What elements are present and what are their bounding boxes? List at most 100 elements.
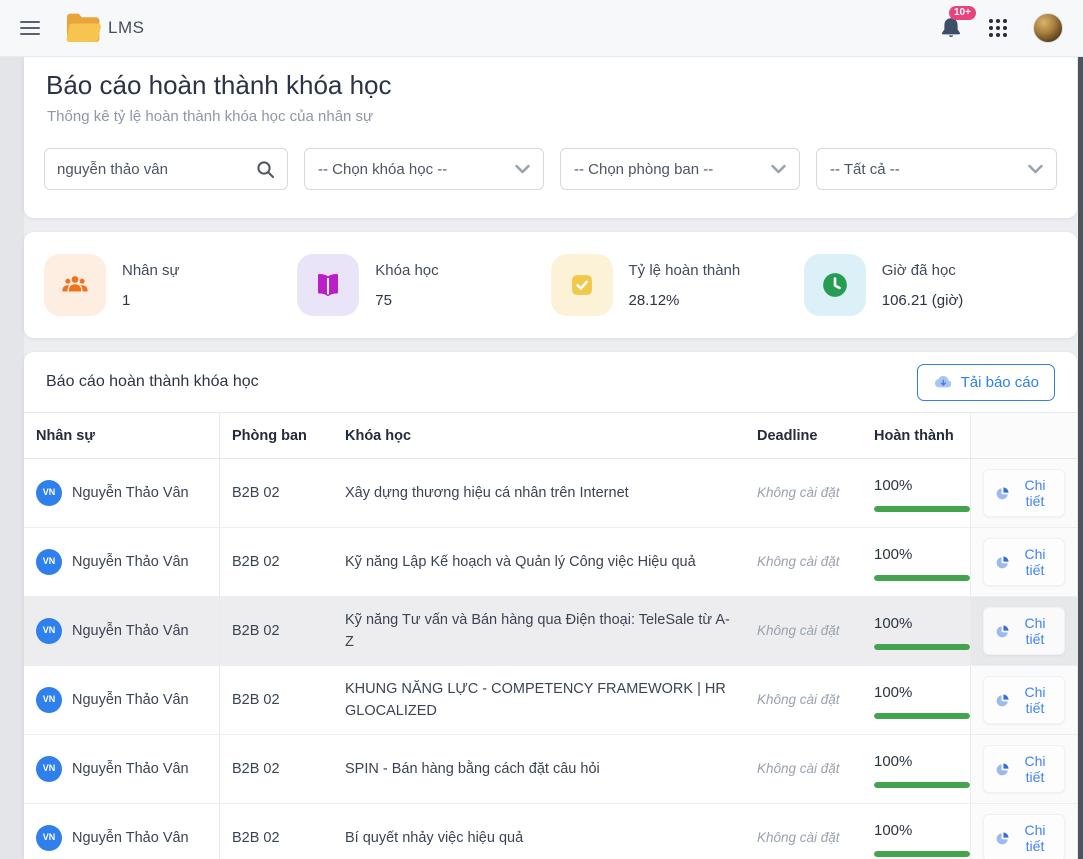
- progress-bar: [874, 506, 970, 512]
- detail-button[interactable]: Chi tiết: [983, 607, 1065, 655]
- notification-badge: 10+: [949, 6, 976, 20]
- completion-cell: 100%: [862, 597, 970, 665]
- detail-button[interactable]: Chi tiết: [983, 469, 1065, 517]
- search-icon[interactable]: [256, 160, 275, 179]
- stat-label: Khóa học: [375, 262, 438, 279]
- apps-grid-icon[interactable]: [989, 19, 1007, 37]
- employee-name: Nguyễn Thảo Vân: [72, 758, 189, 780]
- progress-fill: [874, 782, 970, 788]
- report-section: Báo cáo hoàn thành khóa học Tải báo cáo …: [24, 352, 1077, 859]
- detail-button-label: Chi tiết: [1017, 822, 1053, 854]
- employee-cell: VN Nguyễn Thảo Vân: [24, 459, 220, 527]
- pie-chart-icon: [995, 555, 1010, 570]
- avatar: VN: [36, 687, 62, 713]
- course-cell: SPIN - Bán hàng bằng cách đặt câu hỏi: [333, 735, 745, 803]
- vertical-scrollbar[interactable]: [1078, 57, 1083, 859]
- pie-chart-icon: [995, 831, 1010, 846]
- employee-name: Nguyễn Thảo Vân: [72, 482, 189, 504]
- progress-fill: [874, 575, 970, 581]
- detail-button-label: Chi tiết: [1017, 615, 1053, 647]
- avatar: VN: [36, 756, 62, 782]
- stat-value: 1: [122, 292, 180, 309]
- progress-bar: [874, 644, 970, 650]
- users-icon: [44, 254, 106, 316]
- course-select[interactable]: -- Chọn khóa học --: [304, 148, 544, 190]
- deadline-cell: Không cài đặt: [745, 459, 862, 527]
- course-select-value: -- Chọn khóa học --: [318, 161, 447, 178]
- stat-employees: Nhân sự 1: [44, 254, 297, 316]
- status-select-value: -- Tất cả --: [830, 161, 900, 178]
- employee-name: Nguyễn Thảo Vân: [72, 827, 189, 849]
- detail-button[interactable]: Chi tiết: [983, 745, 1065, 793]
- actions-cell: Chi tiết: [970, 597, 1077, 665]
- department-select[interactable]: -- Chọn phòng ban --: [560, 148, 800, 190]
- navbar: LMS 10+: [0, 0, 1083, 57]
- chevron-down-icon: [515, 164, 530, 174]
- avatar: VN: [36, 618, 62, 644]
- completion-value: 100%: [874, 543, 970, 566]
- brand-logo[interactable]: LMS: [62, 11, 144, 45]
- download-report-label: Tải báo cáo: [961, 374, 1039, 391]
- completion-cell: 100%: [862, 666, 970, 734]
- completion-cell: 100%: [862, 804, 970, 859]
- completion-cell: 100%: [862, 735, 970, 803]
- detail-button[interactable]: Chi tiết: [983, 814, 1065, 859]
- pie-chart-icon: [995, 762, 1010, 777]
- column-header-employee: Nhân sự: [24, 413, 220, 458]
- department-cell: B2B 02: [220, 459, 333, 527]
- stat-value: 75: [375, 292, 438, 309]
- completion-cell: 100%: [862, 528, 970, 596]
- stat-courses: Khóa học 75: [297, 254, 550, 316]
- employee-name: Nguyễn Thảo Vân: [72, 620, 189, 642]
- employee-cell: VN Nguyễn Thảo Vân: [24, 666, 220, 734]
- avatar: VN: [36, 825, 62, 851]
- detail-button-label: Chi tiết: [1017, 546, 1053, 578]
- user-avatar[interactable]: [1033, 13, 1063, 43]
- progress-bar: [874, 575, 970, 581]
- department-cell: B2B 02: [220, 735, 333, 803]
- detail-button[interactable]: Chi tiết: [983, 676, 1065, 724]
- filter-row: -- Chọn khóa học -- -- Chọn phòng ban --…: [24, 148, 1077, 190]
- progress-bar: [874, 782, 970, 788]
- lms-report-screen: LMS 10+ Báo cáo hoàn thành khóa học Thốn…: [0, 0, 1083, 859]
- column-header-course: Khóa học: [333, 413, 745, 458]
- progress-bar: [874, 713, 970, 719]
- deadline-cell: Không cài đặt: [745, 735, 862, 803]
- stat-value: 106.21 (giờ): [882, 292, 964, 309]
- table-row: VN Nguyễn Thảo Vân B2B 02 SPIN - Bán hàn…: [24, 735, 1077, 804]
- cloud-download-icon: [933, 374, 953, 390]
- stat-label: Nhân sự: [122, 262, 180, 279]
- search-input[interactable]: [57, 161, 256, 178]
- employee-name: Nguyễn Thảo Vân: [72, 689, 189, 711]
- progress-fill: [874, 851, 970, 857]
- deadline-cell: Không cài đặt: [745, 666, 862, 734]
- column-header-department: Phòng ban: [220, 413, 333, 458]
- hamburger-menu-icon[interactable]: [20, 21, 40, 35]
- notifications-button[interactable]: 10+: [939, 15, 963, 41]
- report-title: Báo cáo hoàn thành khóa học: [46, 373, 259, 391]
- deadline-cell: Không cài đặt: [745, 528, 862, 596]
- pie-chart-icon: [995, 624, 1010, 639]
- progress-fill: [874, 644, 970, 650]
- progress-fill: [874, 506, 970, 512]
- status-select[interactable]: -- Tất cả --: [816, 148, 1057, 190]
- detail-button[interactable]: Chi tiết: [983, 538, 1065, 586]
- open-book-icon: [297, 254, 359, 316]
- clock-icon: [804, 254, 866, 316]
- chevron-down-icon: [1028, 164, 1043, 174]
- left-gutter: [0, 57, 24, 859]
- table-row: VN Nguyễn Thảo Vân B2B 02 Bí quyết nhảy …: [24, 804, 1077, 859]
- course-cell: Xây dựng thương hiệu cá nhân trên Intern…: [333, 459, 745, 527]
- stat-value: 28.12%: [629, 292, 741, 309]
- progress-fill: [874, 713, 970, 719]
- table-header-row: Nhân sự Phòng ban Khóa học Deadline Hoàn…: [24, 412, 1077, 459]
- completion-value: 100%: [874, 750, 970, 773]
- completion-value: 100%: [874, 681, 970, 704]
- avatar-initials: VN: [43, 831, 56, 845]
- department-select-value: -- Chọn phòng ban --: [574, 161, 713, 178]
- department-cell: B2B 02: [220, 804, 333, 859]
- department-cell: B2B 02: [220, 528, 333, 596]
- download-report-button[interactable]: Tải báo cáo: [917, 364, 1055, 401]
- pie-chart-icon: [995, 693, 1010, 708]
- detail-button-label: Chi tiết: [1017, 477, 1053, 509]
